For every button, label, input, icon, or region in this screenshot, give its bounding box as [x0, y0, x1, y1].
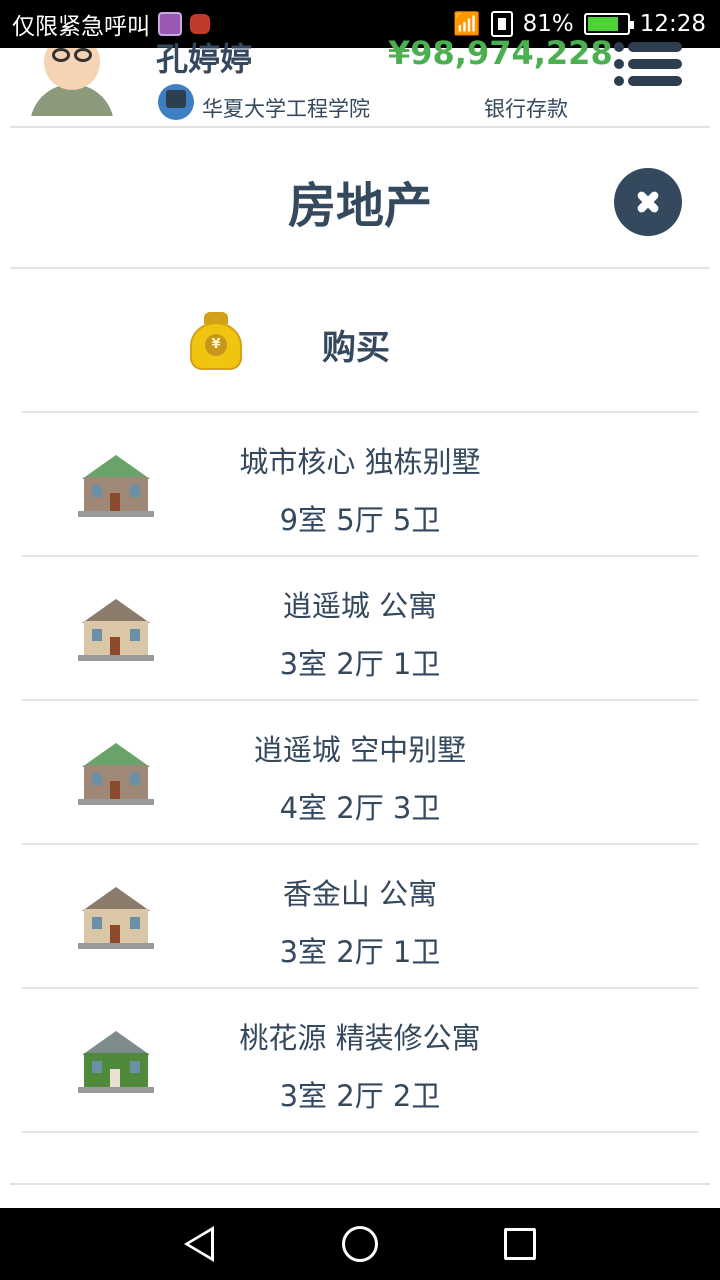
- property-item[interactable]: 香金山 公寓 3室 2厅 1卫: [22, 845, 698, 989]
- balance-label: 银行存款: [484, 97, 568, 121]
- yuan-symbol: ¥: [205, 334, 227, 356]
- property-name: 逍遥城 空中别墅: [253, 733, 467, 767]
- avatar[interactable]: [30, 48, 114, 116]
- buy-label: 购买: [322, 328, 390, 368]
- property-name: 城市核心 独栋别墅: [239, 445, 481, 479]
- carrier-text: 仅限紧急呼叫: [12, 14, 150, 40]
- gallery-notification-icon: [158, 12, 182, 36]
- recent-apps-icon[interactable]: [504, 1228, 536, 1260]
- glasses-right-icon: [74, 48, 92, 62]
- property-name: 桃花源 精装修公寓: [239, 1021, 481, 1055]
- property-name: 逍遥城 公寓: [282, 589, 438, 623]
- property-item[interactable]: 逍遥城 空中别墅 4室 2厅 3卫: [22, 701, 698, 845]
- property-rooms: 3室 2厅 2卫: [279, 1079, 441, 1113]
- school-name: 华夏大学工程学院: [202, 97, 370, 121]
- menu-dot: [614, 42, 624, 52]
- battery-level-fill: [587, 17, 619, 31]
- page-title: 房地产: [287, 178, 432, 234]
- school-bag-icon: [158, 84, 194, 120]
- menu-dot: [614, 76, 624, 86]
- property-rooms: 9室 5厅 5卫: [279, 503, 441, 537]
- profile-header: 孔婷婷 ¥98,974,228 华夏大学工程学院 银行存款: [0, 34, 720, 128]
- close-button[interactable]: [614, 168, 682, 236]
- clock: 12:28: [639, 11, 706, 37]
- property-item[interactable]: 逍遥城 公寓 3室 2厅 1卫: [22, 557, 698, 701]
- money-bag-icon: ¥: [190, 312, 242, 370]
- property-rooms: 3室 2厅 1卫: [279, 647, 441, 681]
- home-icon[interactable]: [342, 1226, 378, 1262]
- property-rooms: 3室 2厅 1卫: [279, 935, 441, 969]
- property-rooms: 4室 2厅 3卫: [279, 791, 441, 825]
- divider: [10, 126, 710, 128]
- battery-icon: [583, 13, 634, 35]
- wifi-icon: 📶: [453, 11, 481, 37]
- menu-line: [628, 59, 682, 69]
- buy-button[interactable]: ¥ 购买: [22, 270, 698, 412]
- property-list[interactable]: 城市核心 独栋别墅 9室 5厅 5卫 逍遥城 公寓 3室 2厅 1卫 逍遥城 空…: [22, 413, 698, 1165]
- app-notification-icon: [190, 14, 210, 34]
- back-icon[interactable]: [184, 1226, 214, 1262]
- menu-dot: [614, 59, 624, 69]
- navigation-bar: [0, 1208, 720, 1280]
- balance-amount: ¥98,974,228: [388, 34, 613, 72]
- menu-line: [628, 76, 682, 86]
- property-item[interactable]: 桃花源 精装修公寓 3室 2厅 2卫: [22, 989, 698, 1133]
- menu-line: [628, 42, 682, 52]
- glasses-left-icon: [52, 48, 70, 62]
- divider: [10, 1183, 710, 1185]
- property-item[interactable]: 城市核心 独栋别墅 9室 5厅 5卫: [22, 413, 698, 557]
- property-name: 香金山 公寓: [282, 877, 438, 911]
- user-name: 孔婷婷: [156, 40, 253, 78]
- menu-button[interactable]: [612, 42, 684, 86]
- divider: [10, 267, 710, 269]
